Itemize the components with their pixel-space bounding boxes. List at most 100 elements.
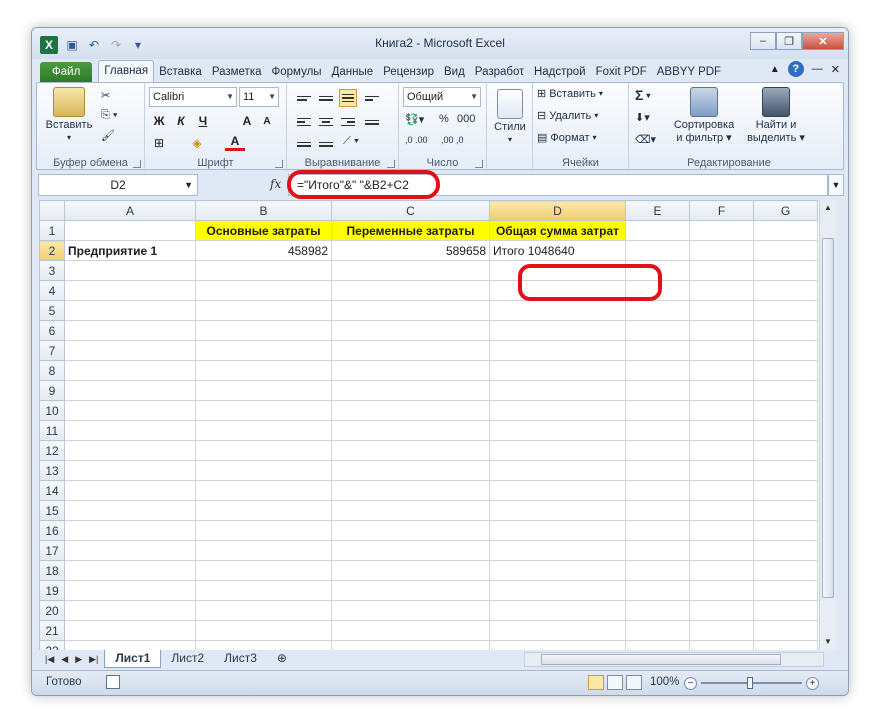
row-header[interactable]: 12 [39,440,65,461]
find-select-button[interactable]: Найти и выделить ▾ [745,87,807,144]
increase-indent-icon[interactable] [317,135,335,153]
tab-developer[interactable]: Разрабоτ [470,62,529,82]
cell[interactable] [689,420,754,441]
cell-d2[interactable]: Итого 1048640 [489,240,626,261]
cell[interactable] [753,360,818,381]
row-header[interactable]: 18 [39,560,65,581]
underline-button[interactable]: Ч [193,111,213,131]
cell[interactable] [331,260,490,281]
tab-file[interactable]: Файл [40,62,93,82]
percent-button[interactable]: % [439,113,449,125]
cell[interactable] [689,320,754,341]
row-header[interactable]: 11 [39,420,65,441]
cell[interactable] [64,620,196,641]
clipboard-launcher-icon[interactable] [133,160,141,168]
cell[interactable] [64,560,196,581]
cell[interactable] [689,580,754,601]
cell[interactable] [195,580,332,601]
cell[interactable] [331,280,490,301]
close-button[interactable]: ✕ [802,32,844,50]
align-left-icon[interactable] [295,113,313,131]
cell[interactable] [195,600,332,621]
format-cells-button[interactable]: ▤ Формат ▾ [537,131,597,145]
cell[interactable] [331,400,490,421]
row-header[interactable]: 3 [39,260,65,281]
bold-button[interactable]: Ж [149,111,169,131]
tab-insert[interactable]: Вставка [154,62,207,82]
sheet-tab-1[interactable]: Лист1 [104,650,162,668]
cell[interactable] [195,400,332,421]
cell[interactable] [489,380,626,401]
thousands-button[interactable]: 000 [457,113,475,125]
sort-filter-button[interactable]: Сортировка и фильтр ▾ [669,87,739,144]
alignment-launcher-icon[interactable] [387,160,395,168]
cell[interactable] [331,420,490,441]
tab-view[interactable]: Вид [439,62,470,82]
merge-center-icon[interactable] [363,113,381,131]
cell[interactable] [489,360,626,381]
cell[interactable] [64,600,196,621]
cell[interactable] [331,380,490,401]
cell[interactable] [625,380,690,401]
tab-home[interactable]: Главная [98,60,155,82]
orientation-icon[interactable]: ⟋ ▾ [343,135,359,148]
row-header[interactable]: 4 [39,280,65,301]
cell[interactable] [625,520,690,541]
cell[interactable] [331,300,490,321]
tab-review[interactable]: Рецензир [378,62,439,82]
last-sheet-icon[interactable]: ▶| [89,654,98,665]
cell[interactable] [625,300,690,321]
cell[interactable] [195,440,332,461]
cell[interactable] [64,340,196,361]
row-header[interactable]: 6 [39,320,65,341]
cell[interactable] [689,620,754,641]
cell[interactable] [489,460,626,481]
cell[interactable] [753,520,818,541]
horizontal-scrollbar[interactable] [524,652,824,667]
align-center-icon[interactable] [317,113,335,131]
scroll-up-icon[interactable]: ▲ [820,200,836,216]
cell[interactable] [689,500,754,521]
cell[interactable] [331,620,490,641]
cell[interactable] [489,420,626,441]
cell[interactable] [753,400,818,421]
cell[interactable] [753,480,818,501]
row-header[interactable]: 16 [39,520,65,541]
row-header[interactable]: 2 [39,240,65,261]
shrink-font-button[interactable]: A [257,111,277,131]
cell[interactable] [753,440,818,461]
column-header-b[interactable]: B [195,200,332,221]
cell[interactable] [489,520,626,541]
cell[interactable] [625,460,690,481]
format-painter-icon[interactable]: 🖌 [101,129,115,142]
cell[interactable] [625,240,690,261]
cell[interactable] [64,520,196,541]
cell[interactable] [489,500,626,521]
cell[interactable] [689,400,754,421]
cell-a2[interactable]: Предприятие 1 [64,240,196,261]
cell[interactable] [625,600,690,621]
cell[interactable] [195,280,332,301]
insert-cells-button[interactable]: ⊞ Вставить ▾ [537,87,603,101]
next-sheet-icon[interactable]: ▶ [75,654,82,665]
macro-record-icon[interactable] [106,675,120,689]
column-header-d[interactable]: D [489,200,626,221]
minimize-button[interactable]: – [750,32,776,50]
italic-button[interactable]: К [171,111,191,131]
sheet-tab-3[interactable]: Лист3 [214,650,267,668]
page-layout-view-icon[interactable] [607,675,623,690]
zoom-slider[interactable]: − + [684,676,819,690]
cell[interactable] [625,580,690,601]
ribbon-close-icon[interactable]: ✕ [831,63,840,76]
cell[interactable] [331,640,490,650]
align-right-icon[interactable] [339,113,357,131]
cell[interactable] [689,220,754,241]
number-format-select[interactable]: Общий ▼ [403,87,481,107]
cell[interactable] [689,600,754,621]
decrease-decimal-icon[interactable]: ,00 ,0 [441,135,464,145]
font-size-select[interactable]: 11 ▼ [239,87,279,107]
tab-formulas[interactable]: Формулы [267,62,327,82]
cell-a1[interactable] [64,220,196,241]
cell[interactable] [331,500,490,521]
cell[interactable] [689,540,754,561]
